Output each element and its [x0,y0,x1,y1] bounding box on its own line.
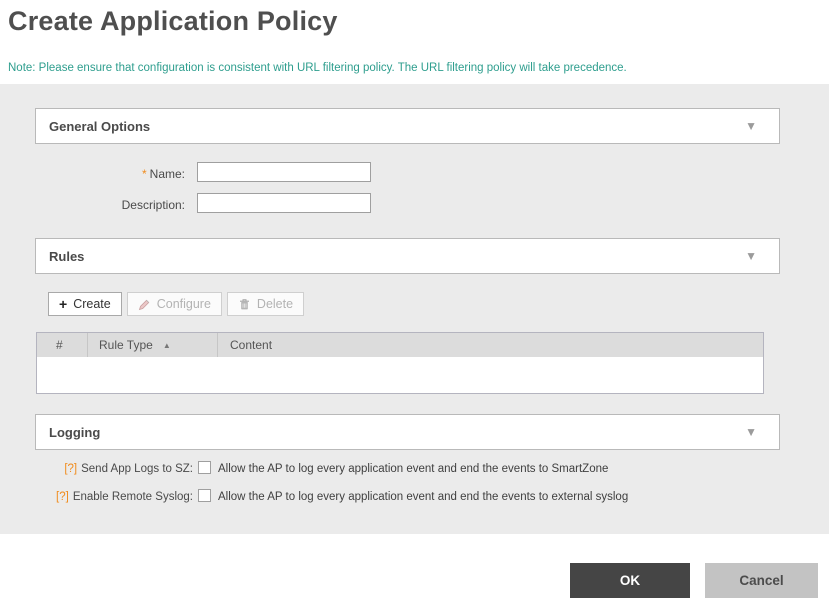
enable-remote-syslog-label: [?] Enable Remote Syslog: [35,490,193,504]
chevron-down-icon[interactable]: ▼ [745,250,757,262]
create-rule-button[interactable]: + Create [48,292,122,316]
column-header-rule-type[interactable]: Rule Type ▲ [87,333,217,357]
ok-button[interactable]: OK [570,563,690,598]
enable-remote-syslog-description: Allow the AP to log every application ev… [218,491,629,503]
rules-table: # Rule Type ▲ Content [36,332,764,394]
rules-toolbar: + Create Configure Delete [48,292,305,316]
help-icon[interactable]: [?] [56,491,69,503]
enable-remote-syslog-checkbox[interactable] [198,489,211,502]
column-header-content[interactable]: Content [217,333,763,357]
column-header-number-label: # [56,338,63,352]
section-title-general-options: General Options [49,118,151,134]
pencil-icon [138,298,151,311]
page-title: Create Application Policy [8,6,338,36]
create-application-policy-dialog: Create Application Policy Note: Please e… [0,0,829,605]
section-header-rules[interactable]: Rules ▼ [35,238,780,274]
required-asterisk: * [141,167,147,181]
section-header-logging[interactable]: Logging ▼ [35,414,780,450]
chevron-down-icon[interactable]: ▼ [745,120,757,132]
section-header-general-options[interactable]: General Options ▼ [35,108,780,144]
send-app-logs-checkbox[interactable] [198,461,211,474]
configure-button-label: Configure [156,297,211,311]
name-input[interactable] [197,162,371,182]
delete-rule-button[interactable]: Delete [226,292,305,316]
sort-ascending-icon[interactable]: ▲ [163,341,171,350]
chevron-down-icon[interactable]: ▼ [745,426,757,438]
help-icon[interactable]: [?] [64,463,77,475]
delete-button-label: Delete [256,297,294,311]
form-panel: General Options ▼ * Name: Description: Ru… [0,84,829,534]
column-header-rule-type-label: Rule Type [99,338,153,352]
rules-table-empty-body [37,357,763,393]
send-app-logs-label: [?] Send App Logs to SZ: [35,462,193,476]
column-header-content-label: Content [230,338,273,352]
trash-icon [238,298,251,311]
send-app-logs-label-text: Send App Logs to SZ: [81,463,193,475]
rules-table-header: # Rule Type ▲ Content [37,333,763,357]
cancel-button[interactable]: Cancel [705,563,818,598]
section-title-rules: Rules [49,248,85,264]
description-label-text: Description: [121,198,185,212]
send-app-logs-description: Allow the AP to log every application ev… [218,463,609,475]
configure-rule-button[interactable]: Configure [126,292,222,316]
plus-icon: + [59,296,68,312]
create-button-label: Create [73,297,111,311]
column-header-number[interactable]: # [37,333,87,357]
section-title-logging: Logging [49,424,101,440]
url-filtering-note: Note: Please ensure that configuration i… [8,62,627,74]
description-label: Description: [35,196,185,214]
description-input[interactable] [197,193,371,213]
enable-remote-syslog-label-text: Enable Remote Syslog: [72,491,193,503]
name-label-text: Name: [149,167,185,181]
name-label: * Name: [35,165,185,183]
